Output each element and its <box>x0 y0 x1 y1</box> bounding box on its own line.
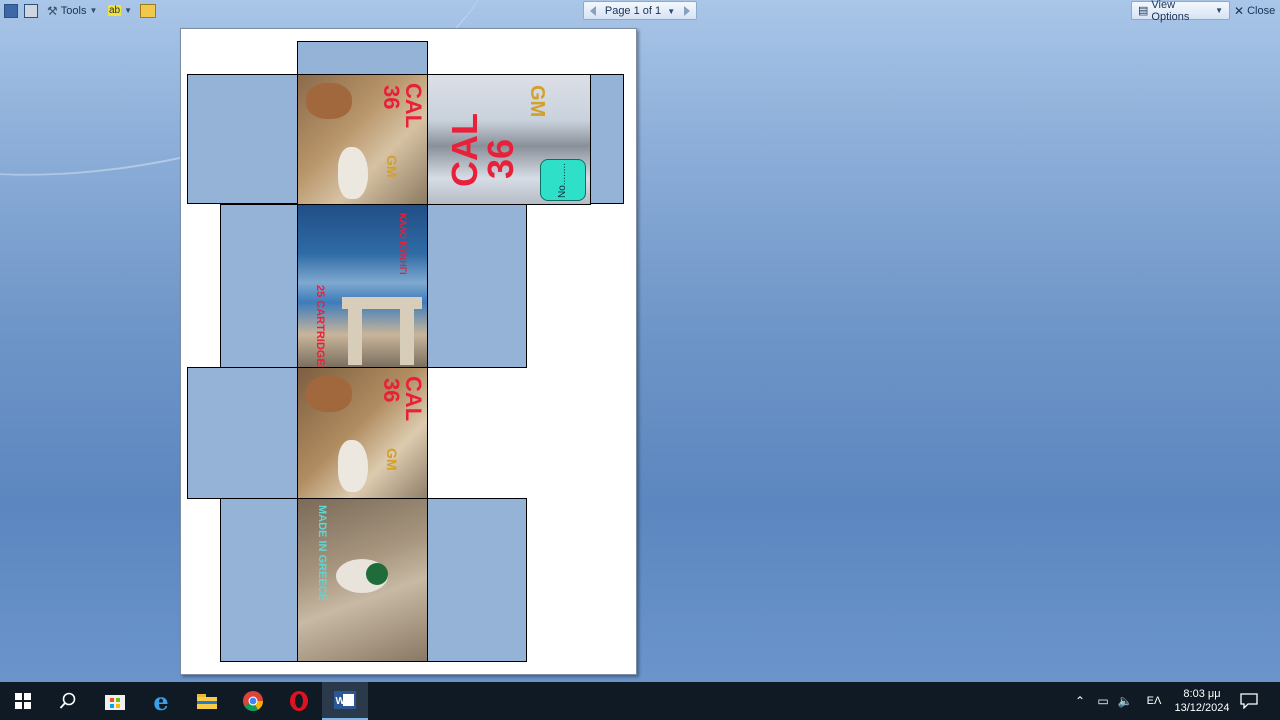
clock[interactable]: 8:03 μμ 13/12/2024 <box>1170 682 1234 720</box>
left-side-flap-4 <box>220 498 298 662</box>
beach-label-panel: CAL 36 GM No........ <box>427 74 591 205</box>
printer-icon <box>24 3 38 18</box>
pillar-right <box>400 303 414 365</box>
view-options-button[interactable]: ▤ View Options ▼ <box>1131 0 1230 23</box>
left-side-flap-1 <box>187 74 298 204</box>
chrome-app[interactable] <box>230 682 276 720</box>
tools-menu[interactable]: ⚒ Tools ▼ <box>47 1 97 20</box>
save-button[interactable] <box>4 1 18 20</box>
action-center-button[interactable] <box>1236 682 1262 720</box>
clock-date: 13/12/2024 <box>1174 702 1230 714</box>
taskbar: e W ⌃ ▭ 🔈 ΕΛ 8:03 μμ 13/12/2024 <box>0 682 1280 720</box>
top-flap <box>297 41 428 75</box>
clock-time: 8:03 μμ <box>1183 688 1221 700</box>
spelling-button[interactable]: ab ▼ <box>108 1 132 20</box>
cartridges-label: 25 CARTRIDGES <box>314 285 326 368</box>
language-indicator[interactable]: ΕΛ <box>1140 682 1168 720</box>
page-count-label: Page 1 of 1 <box>604 4 662 17</box>
pillar-lintel <box>342 297 422 309</box>
dogs-label-panel-2: CAL 36 GM <box>297 367 428 499</box>
start-button[interactable] <box>0 682 45 720</box>
duck-label-panel: MADE IN GREECE <box>297 498 428 662</box>
chevron-up-icon: ⌃ <box>1074 694 1086 708</box>
chrome-icon <box>243 691 264 712</box>
left-side-flap-2 <box>220 204 298 368</box>
duck-head-image <box>366 563 388 585</box>
view-options-icon: ▤ <box>1138 5 1149 17</box>
folder-icon <box>197 694 217 709</box>
badge-text: No........ <box>557 162 569 198</box>
close-label: Close <box>1247 4 1276 17</box>
chevron-down-icon: ▼ <box>124 6 133 15</box>
word-icon: W <box>334 691 356 709</box>
chevron-down-icon: ▼ <box>1215 6 1223 15</box>
number-badge: No........ <box>540 159 586 201</box>
close-button[interactable]: ✕ Close <box>1234 1 1275 20</box>
store-app[interactable] <box>92 682 138 720</box>
speaker-icon: 🔈 <box>1117 694 1133 708</box>
edge-app[interactable]: e <box>138 682 184 720</box>
left-side-flap-3 <box>187 367 298 499</box>
close-icon: ✕ <box>1234 3 1245 18</box>
tools-label: Tools <box>60 4 87 17</box>
opera-app[interactable] <box>276 682 322 720</box>
show-hidden-icons-button[interactable]: ⌃ <box>1070 682 1090 720</box>
greeting-text: ΚΑΛΟ ΚΥΝΗΓΙ <box>398 213 408 275</box>
made-in-greece-label: MADE IN GREECE <box>316 505 328 601</box>
battery-indicator[interactable]: ▭ <box>1093 682 1113 720</box>
file-explorer-app[interactable] <box>184 682 230 720</box>
notification-icon <box>1240 693 1258 709</box>
view-options-label: View Options <box>1151 0 1190 23</box>
sea-label-panel: ΚΑΛΟ ΚΥΝΗΓΙ 25 CARTRIDGES <box>297 204 428 368</box>
volume-indicator[interactable]: 🔈 <box>1115 682 1135 720</box>
brown-dog-image <box>306 376 352 412</box>
page-indicator[interactable]: Page 1 of 1 ▼ <box>605 5 675 17</box>
search-button[interactable] <box>45 682 91 720</box>
svg-text:W: W <box>336 696 346 707</box>
white-dog-image <box>338 440 368 492</box>
caliber-number: 36 <box>480 138 521 179</box>
opera-icon <box>290 691 308 711</box>
search-icon <box>59 692 76 709</box>
dogs-label-panel: CAL 36 GM <box>297 74 428 205</box>
right-side-flap-2 <box>427 204 527 368</box>
word-app[interactable]: W <box>322 682 368 720</box>
print-button[interactable] <box>24 1 38 20</box>
chevron-down-icon: ▼ <box>667 6 676 16</box>
next-page-icon[interactable] <box>683 5 690 16</box>
right-side-flap-4 <box>427 498 527 662</box>
edge-icon: e <box>153 686 169 716</box>
folder-icon <box>140 3 156 18</box>
chevron-down-icon: ▼ <box>89 6 98 15</box>
previous-page-icon[interactable] <box>590 5 596 16</box>
windows-icon <box>14 693 31 709</box>
open-folder-button[interactable] <box>140 1 156 20</box>
battery-icon: ▭ <box>1097 694 1109 708</box>
document-page: CAL 36 GM CAL 36 GM No........ ΚΑΛΟ ΚΥΝΗ… <box>180 28 637 675</box>
print-preview-toolbar: ⚒ Tools ▼ ab ▼ Page 1 of 1 ▼ ▤ View Opti… <box>0 0 1280 23</box>
tools-icon: ⚒ <box>47 3 58 18</box>
white-dog-image <box>338 147 368 199</box>
spelling-icon: ab <box>108 5 122 16</box>
caliber-number: 36 <box>379 85 404 110</box>
page-navigator: Page 1 of 1 ▼ <box>583 1 697 20</box>
pillar-left <box>348 303 362 365</box>
brand-label: GM <box>526 85 548 118</box>
store-icon <box>105 695 125 710</box>
brown-dog-image <box>306 83 352 119</box>
brand-label: GM <box>384 155 400 178</box>
right-side-flap <box>590 74 624 204</box>
caliber-number: 36 <box>379 378 404 403</box>
save-icon <box>4 3 18 18</box>
brand-label: GM <box>384 448 400 471</box>
